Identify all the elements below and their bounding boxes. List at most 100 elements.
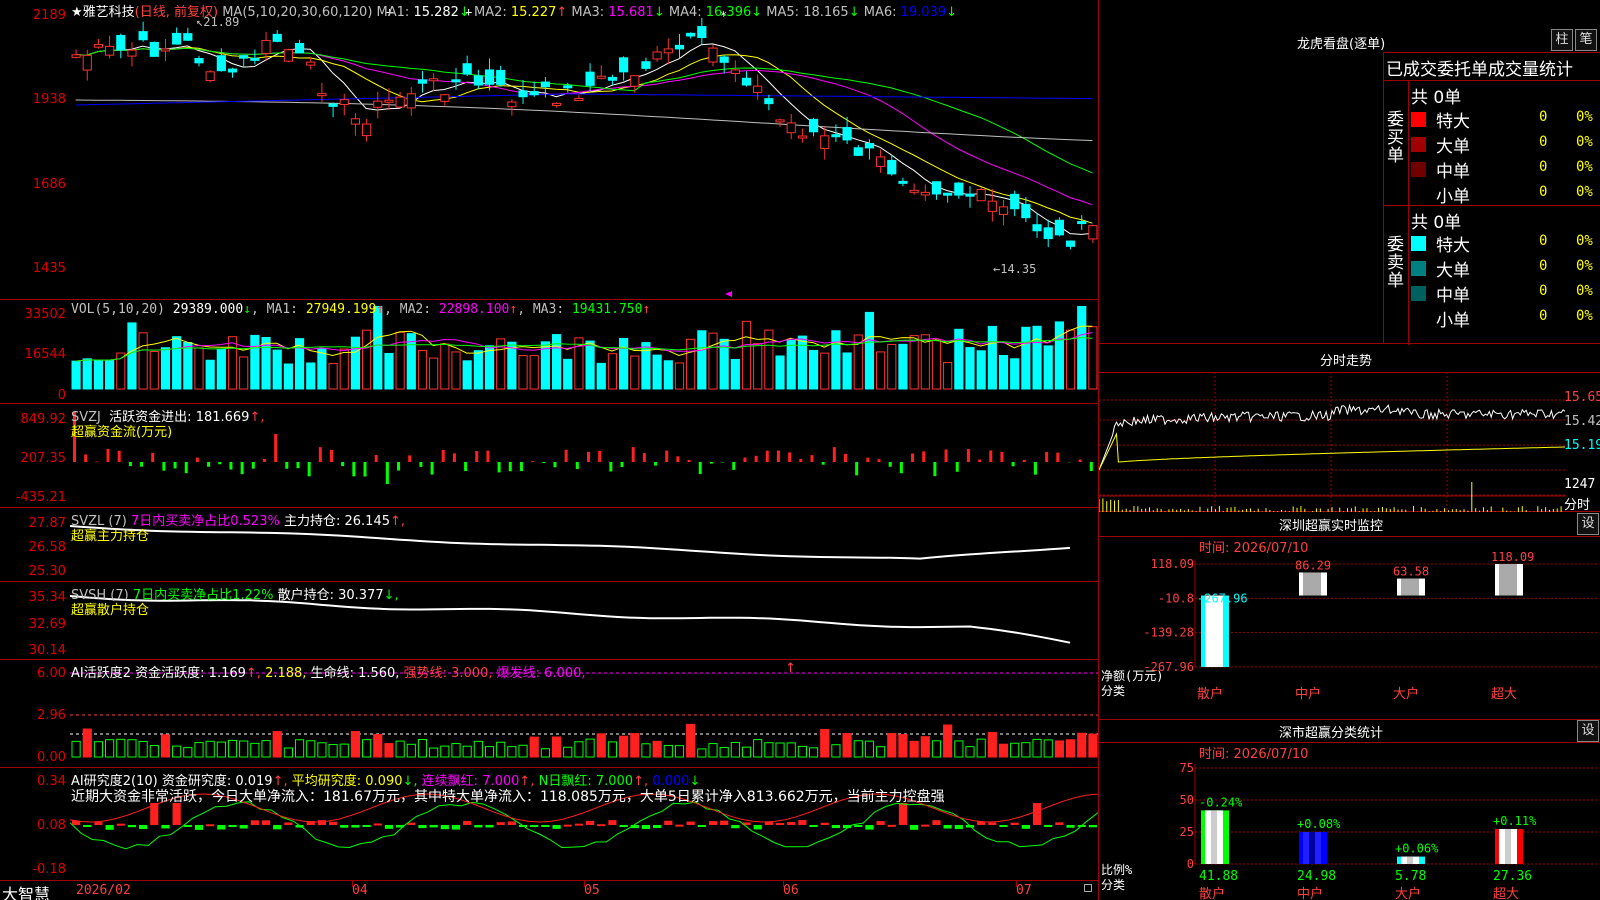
volume-bar <box>1077 305 1087 390</box>
research-bar <box>999 825 1008 827</box>
volume-bar <box>440 343 450 390</box>
research-bar <box>474 825 483 828</box>
candle-body <box>384 99 394 103</box>
fund-flow-bar <box>352 462 356 477</box>
sz-class-bar <box>1495 828 1523 864</box>
fund-flow-bar <box>944 449 948 462</box>
volume-bar <box>317 347 327 390</box>
fund-flow-bar <box>899 462 903 474</box>
candle-body <box>272 33 282 42</box>
sz-ratio-chart[interactable]: 75 50 25 0 -0.24% 41.88 散户 +0.08% 24.98 中户 +0.06% 5… <box>1099 758 1600 900</box>
fund-flow-bar <box>754 455 758 462</box>
candlestick-chart[interactable]: + + * <box>70 0 1098 300</box>
sz-monitor-settings-button[interactable]: 设 <box>1577 513 1599 535</box>
activity-bar <box>764 742 774 758</box>
svsh-pane[interactable]: 35.34 32.69 30.14 SVSH (7) 7日内买卖净占比1.22%… <box>0 582 1098 660</box>
order-volume: 0 <box>1539 233 1548 249</box>
candle-body <box>697 26 707 39</box>
order-percent: 0% <box>1576 308 1593 324</box>
sz-class-value: 24.98 <box>1297 869 1336 884</box>
lock-icon[interactable] <box>1084 884 1092 892</box>
tick-mode-button[interactable]: 笔 <box>1575 29 1597 51</box>
volume-bar <box>741 320 752 390</box>
candle-body <box>1077 221 1087 225</box>
volume-bar <box>160 347 171 390</box>
activity-bar <box>1043 739 1053 758</box>
fund-flow-bar <box>1000 452 1004 462</box>
fund-flow-bar <box>598 451 602 462</box>
stock-name[interactable]: ★雅艺科技 <box>71 5 135 20</box>
sz-monitor-category: 中户 <box>1295 686 1321 702</box>
sz-monitor-bar <box>1299 572 1327 596</box>
research-bar <box>139 825 148 830</box>
sz-class-bar <box>1201 810 1229 864</box>
order-volume: 0 <box>1539 283 1548 299</box>
svzj-pane[interactable]: 849.92 207.35 -435.21 SVZJ 活跃资金进出: 181.6… <box>0 404 1098 508</box>
candle-body <box>741 77 752 86</box>
order-size-label: 小单 <box>1436 311 1470 331</box>
volume-bar <box>797 335 807 390</box>
ai-activity-pane[interactable]: 6.00 2.96 0.00 AI活跃度2 资金活跃度: 1.169↑, 2.1… <box>0 660 1098 768</box>
fund-flow-bar <box>262 458 266 462</box>
candle-body <box>943 192 953 196</box>
fund-flow-bar <box>374 454 378 462</box>
bar-mode-button[interactable]: 柱 <box>1551 29 1573 51</box>
fund-flow-bar <box>1078 459 1082 462</box>
ma3-value: 15.681 <box>608 5 654 20</box>
volume-bar <box>686 338 696 390</box>
sz-monitor-panel[interactable]: 深圳超赢实时监控 设 时间: 2026/07/10 118.09 -10.8 -13… <box>1099 512 1600 720</box>
volume-bar <box>227 336 238 390</box>
sz-class-panel[interactable]: 深市超赢分类统计 设 时间: 2026/07/10 75 50 25 0 -0.24% 4… <box>1099 720 1600 900</box>
app-logo: 大智慧 <box>2 885 51 900</box>
activity-bar <box>194 742 204 758</box>
intraday-chart[interactable] <box>1099 372 1565 512</box>
activity-bar <box>820 729 830 758</box>
candle-body <box>149 41 159 57</box>
activity-bar <box>607 741 618 758</box>
candle-body <box>954 182 964 196</box>
order-percent: 0% <box>1576 233 1593 249</box>
activity-bar <box>1032 738 1042 758</box>
fund-flow-bar <box>486 450 490 462</box>
activity-bar <box>898 734 908 758</box>
research-bar <box>988 822 997 825</box>
high-price-label: ↖21.89 <box>196 15 240 29</box>
candle-body <box>183 33 193 41</box>
fund-flow-bar <box>1033 462 1037 475</box>
fund-flow-bar <box>452 453 456 462</box>
volume-bar <box>596 362 606 390</box>
sz-class-settings-button[interactable]: 设 <box>1577 720 1599 742</box>
svzl-pane[interactable]: 27.87 26.58 25.30 SVZL (7) 7日内买卖净占比0.523… <box>0 508 1098 582</box>
research-bar <box>530 825 539 827</box>
research-bar <box>574 823 583 826</box>
activity-bar <box>965 746 975 758</box>
candle-body <box>105 45 115 56</box>
candle-body <box>775 119 785 123</box>
kline-pane[interactable]: + + * 2189 1938 1686 1435 ★雅艺科技(日线, 前复权) M… <box>0 0 1098 300</box>
volume-pane[interactable]: 33502 16544 0 VOL(5,10,20) 29389.000↓, M… <box>0 300 1098 404</box>
research-bar <box>172 803 181 825</box>
sz-monitor-category: 散户 <box>1197 686 1223 702</box>
research-bar <box>809 825 818 827</box>
intraday-panel[interactable]: 分时走势 15.65 15.42 15.19 1247 分时 <box>1099 344 1600 513</box>
activity-bar <box>954 740 964 758</box>
order-size-label: 特大 <box>1436 112 1470 132</box>
activity-bar <box>339 743 349 758</box>
main-holding-line <box>70 525 1071 560</box>
ai-research-pane[interactable]: 0.34 0.08 -0.18 AI研究度2(10) 资金研究度: 0.019↑… <box>0 768 1098 880</box>
volume-bar <box>607 353 618 390</box>
ma-header: MA(5,10,20,30,60,120) <box>222 5 373 20</box>
order-percent: 0% <box>1576 109 1593 125</box>
order-percent: 0% <box>1576 134 1593 150</box>
sz-class-delta: -0.24% <box>1199 795 1243 809</box>
activity-bar <box>551 736 562 758</box>
legend-swatch <box>1411 112 1426 127</box>
ma6-value: 19.039 <box>900 5 947 20</box>
order-size-label: 中单 <box>1436 162 1470 182</box>
sz-net-chart[interactable]: 118.09-10.8-139.28-267.96-267.96散户86.29中… <box>1099 552 1600 720</box>
candle-body <box>473 75 483 86</box>
research-bar <box>1032 803 1042 825</box>
research-bar <box>451 825 461 830</box>
research-bar <box>429 825 438 828</box>
x-label-4: 06 <box>783 883 799 898</box>
